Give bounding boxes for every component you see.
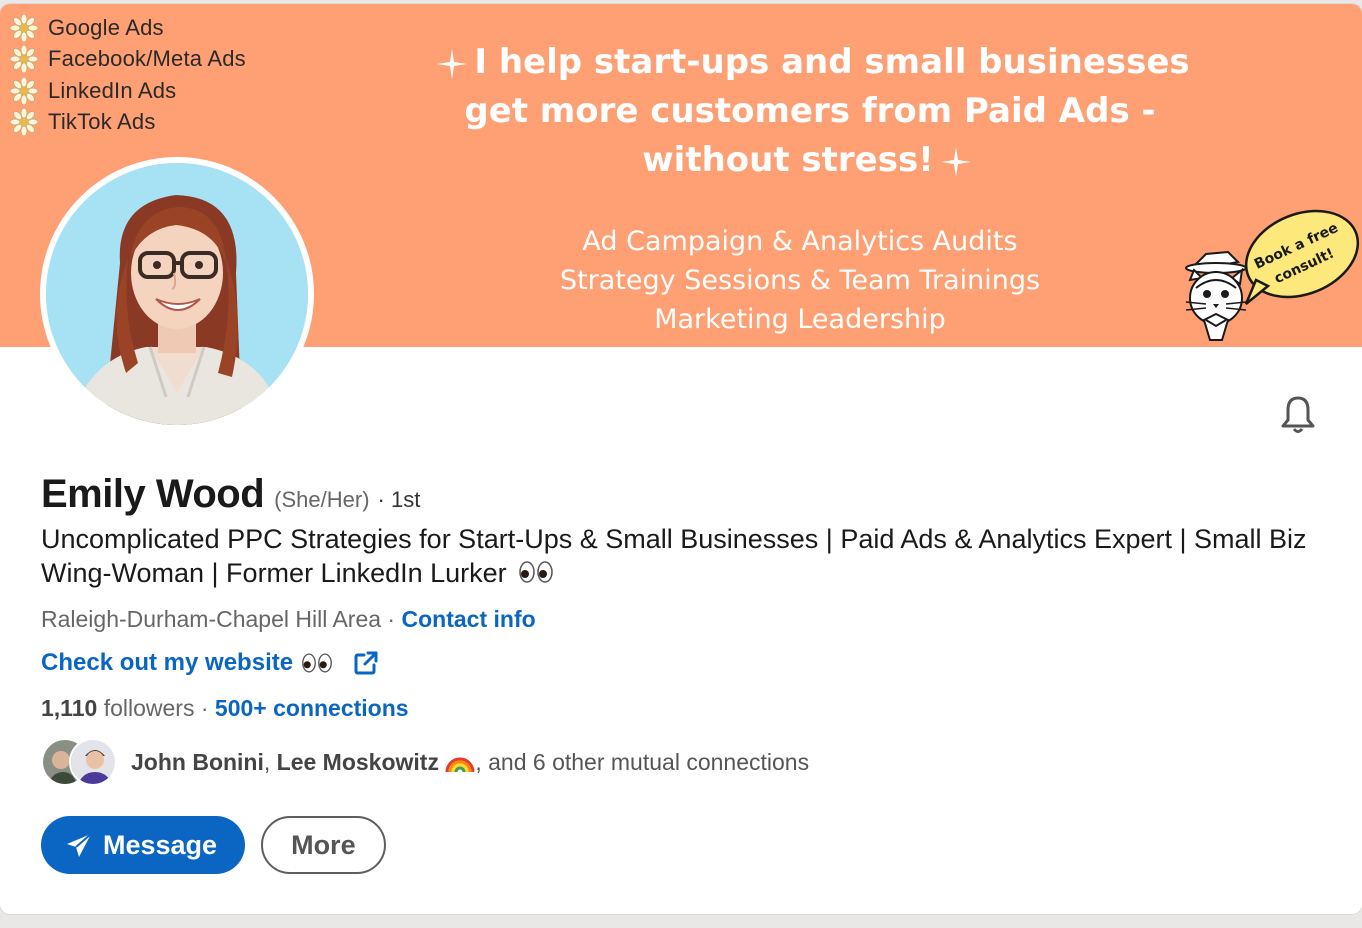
mutual-connections-row[interactable]: John Bonini, Lee Moskowitz , and 6 other…	[41, 738, 809, 786]
banner-services: Ad Campaign & Analytics Audits Strategy …	[480, 222, 1120, 339]
banner-platform-item: Facebook/Meta Ads	[10, 44, 246, 76]
banner-headline-line: get more customers from Paid Ads -	[464, 91, 1156, 131]
paper-plane-icon	[67, 833, 92, 857]
profile-name-row: Emily Wood (She/Her) · 1st	[41, 472, 420, 517]
profile-headline-text: Uncomplicated PPC Strategies for Start-U…	[41, 524, 1307, 588]
daisy-icon	[10, 108, 38, 137]
mutual-connections-text: John Bonini, Lee Moskowitz , and 6 other…	[131, 748, 810, 775]
website-link[interactable]: Check out my website	[41, 649, 293, 677]
connections-separator: ·	[200, 695, 215, 721]
profile-actions: Message More	[41, 816, 386, 874]
mutual-connections-rest: , and 6 other mutual connections	[475, 748, 810, 775]
profile-location: Raleigh-Durham-Chapel Hill Area	[41, 606, 382, 632]
contact-info-link[interactable]: Contact info	[402, 606, 536, 632]
rainbow-emoji-icon	[445, 757, 475, 772]
banner-platform-label: TikTok Ads	[48, 109, 156, 135]
eyes-emoji-icon	[302, 653, 332, 673]
daisy-icon	[10, 76, 38, 105]
followers-count: 1,110	[41, 695, 98, 721]
banner-headline-line: without stress!	[380, 136, 1240, 185]
message-button[interactable]: Message	[41, 816, 246, 874]
more-button-label: More	[291, 829, 356, 860]
banner-platform-label: Google Ads	[48, 14, 164, 40]
daisy-icon	[10, 13, 38, 42]
profile-name: Emily Wood	[41, 472, 265, 516]
profile-card: Google Ads Facebook/Meta Ads LinkedIn Ad…	[0, 4, 1362, 914]
daisy-icon	[10, 45, 38, 74]
profile-pronouns: (She/Her)	[274, 487, 370, 512]
banner-headline-line: I help start-ups and small businesses	[380, 38, 1240, 87]
banner-platform-label: LinkedIn Ads	[48, 77, 177, 103]
avatar	[69, 738, 117, 786]
message-button-label: Message	[103, 829, 218, 860]
banner-service-item: Marketing Leadership	[654, 304, 946, 335]
followers-row: 1,110 followers · 500+ connections	[41, 695, 409, 722]
website-row: Check out my website	[41, 649, 379, 677]
mutual-connection-avatars	[41, 738, 121, 786]
banner-platform-list: Google Ads Facebook/Meta Ads LinkedIn Ad…	[10, 12, 246, 138]
notification-bell-button[interactable]	[1270, 386, 1326, 442]
location-row: Raleigh-Durham-Chapel Hill Area · Contac…	[41, 606, 536, 633]
banner-platform-item: Google Ads	[10, 12, 246, 44]
mutual-connection-name: John Bonini	[131, 748, 264, 775]
banner-platform-label: Facebook/Meta Ads	[48, 46, 246, 72]
banner-platform-item: LinkedIn Ads	[10, 75, 246, 107]
sparkle-icon	[940, 146, 971, 177]
person-portrait-illustration	[46, 163, 308, 425]
sparkle-icon	[437, 48, 468, 79]
banner-service-item: Ad Campaign & Analytics Audits	[582, 226, 1018, 257]
banner-platform-item: TikTok Ads	[10, 107, 246, 139]
banner-service-item: Strategy Sessions & Team Trainings	[559, 265, 1041, 296]
eyes-emoji-icon	[519, 561, 553, 583]
location-separator: ·	[381, 606, 402, 632]
external-link-icon[interactable]	[353, 650, 379, 676]
eyes-emoji	[301, 652, 333, 674]
banner-headline: I help start-ups and small businesses ge…	[380, 38, 1240, 185]
profile-photo-image	[46, 163, 308, 425]
profile-photo[interactable]	[40, 157, 314, 431]
connection-degree: · 1st	[377, 487, 421, 512]
cat-mascot-consult-illustration: Book a free consult!	[1185, 209, 1360, 341]
followers-label: followers	[103, 695, 195, 721]
mutual-connection-name: Lee Moskowitz	[276, 748, 439, 775]
profile-headline: Uncomplicated PPC Strategies for Start-U…	[41, 522, 1331, 590]
connections-link[interactable]: 500+ connections	[215, 695, 409, 721]
bell-icon	[1281, 396, 1315, 433]
more-button[interactable]: More	[261, 816, 386, 874]
